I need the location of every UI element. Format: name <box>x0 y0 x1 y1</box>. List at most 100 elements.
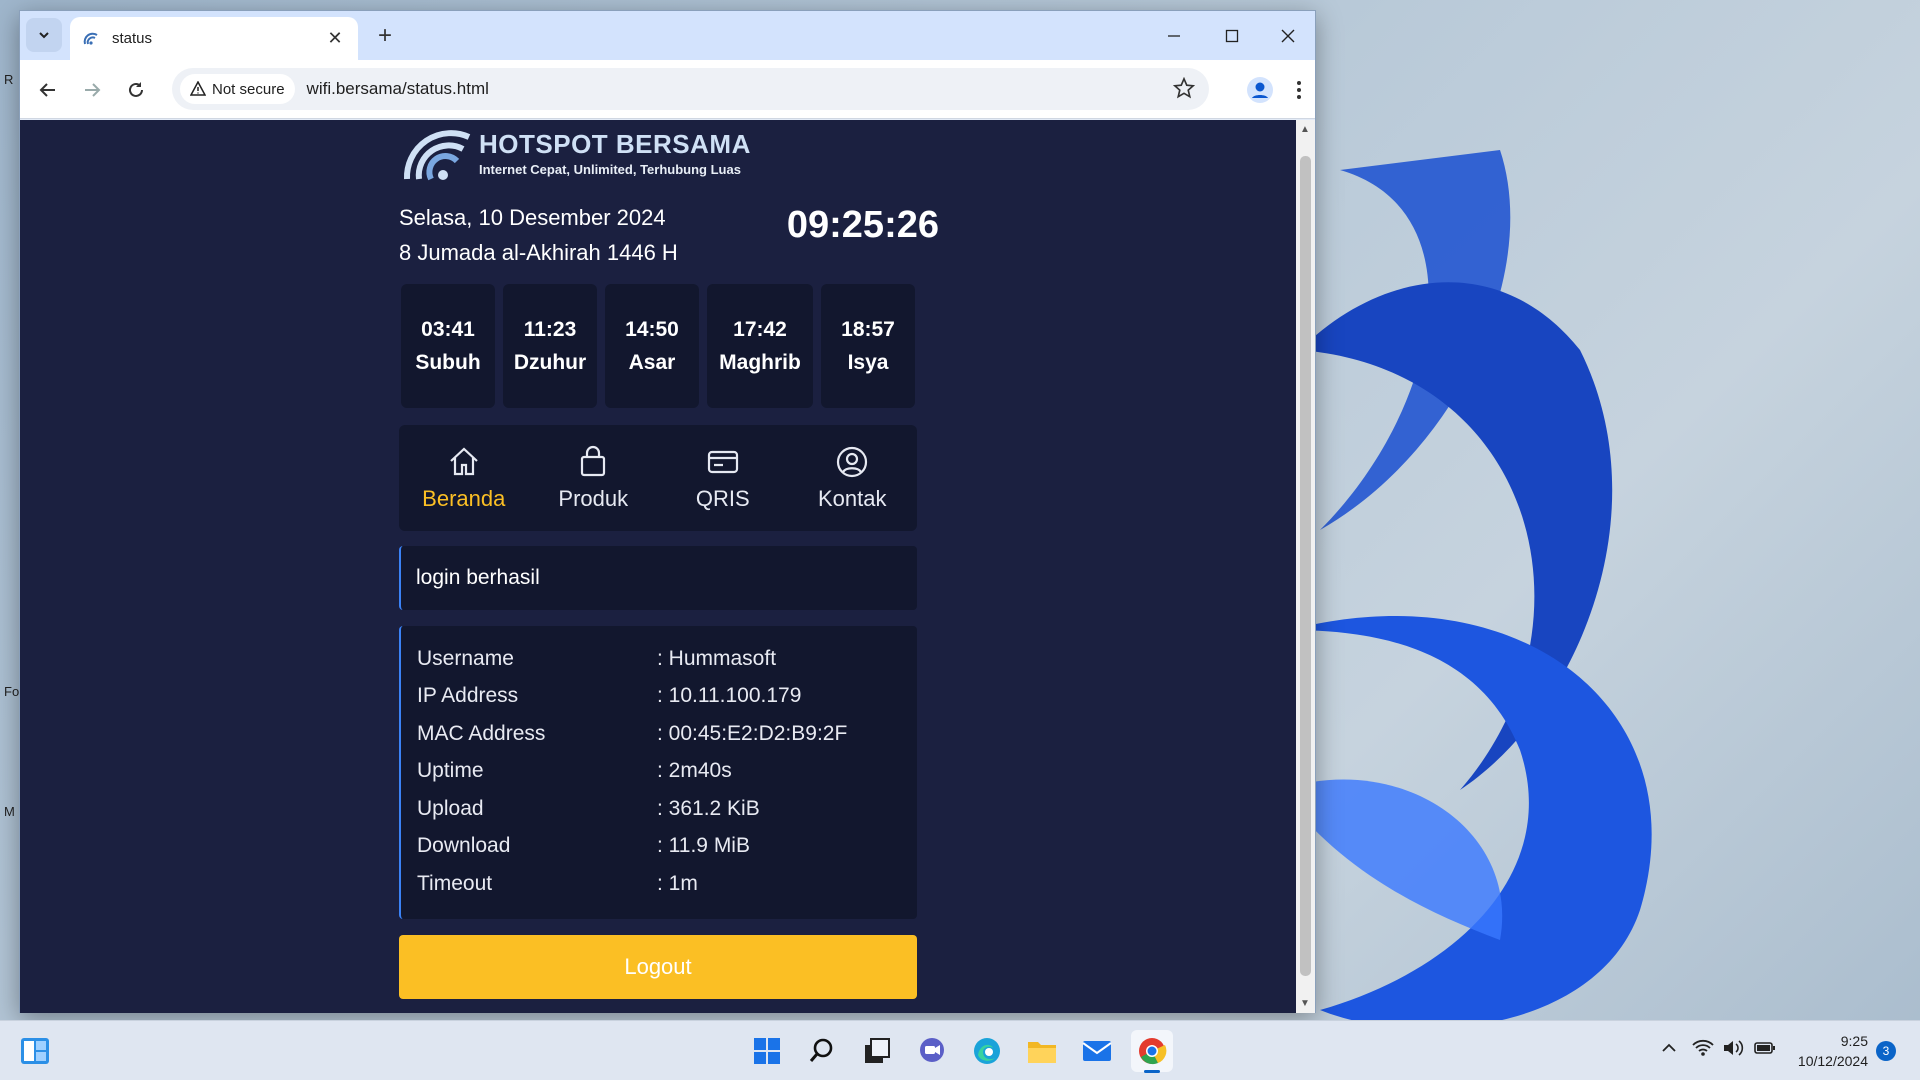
user-circle-icon <box>837 446 868 478</box>
prayer-name: Asar <box>628 351 676 374</box>
minimize-button[interactable] <box>1146 11 1202 60</box>
scrollbar-thumb[interactable] <box>1300 156 1311 976</box>
teams-chat-button[interactable] <box>911 1030 953 1072</box>
reload-button[interactable] <box>118 72 154 108</box>
info-value: : 2m40s <box>657 759 732 783</box>
info-label: Uptime <box>417 759 484 783</box>
chrome-button[interactable] <box>1131 1030 1173 1073</box>
wifi-icon[interactable] <box>1692 1039 1714 1057</box>
battery-icon[interactable] <box>1754 1039 1776 1057</box>
nav-produk[interactable]: Produk <box>529 425 659 531</box>
maximize-icon <box>1225 29 1239 42</box>
scroll-up-icon[interactable]: ▲ <box>1300 124 1310 135</box>
nav-beranda[interactable]: Beranda <box>399 425 529 531</box>
arrow-right-icon <box>85 83 101 97</box>
taskbar: 9:25 10/12/2024 3 <box>0 1020 1920 1080</box>
wallpaper-bloom <box>1280 150 1652 1029</box>
close-tab-icon[interactable]: ✕ <box>324 28 346 49</box>
desktop-icon-label: R <box>4 72 14 87</box>
bookmark-star-icon[interactable] <box>1173 77 1195 99</box>
info-row: MAC Address: 00:45:E2:D2:B9:2F <box>417 715 917 753</box>
chrome-icon <box>1139 1038 1167 1065</box>
forward-button[interactable] <box>74 72 110 108</box>
prayer-card: 17:42 Maghrib <box>707 284 813 408</box>
security-chip[interactable]: Not secure <box>180 74 295 104</box>
shopping-bag-icon <box>581 445 606 477</box>
date-block: Selasa, 10 Desember 2024 8 Jumada al-Akh… <box>399 200 678 270</box>
prayer-time: 14:50 <box>625 318 679 341</box>
widgets-button[interactable] <box>14 1030 56 1072</box>
digital-clock: 09:25:26 <box>786 204 939 246</box>
back-button[interactable] <box>30 72 66 108</box>
info-label: MAC Address <box>417 721 546 745</box>
info-value: : 1m <box>657 871 698 895</box>
info-value: : Hummasoft <box>657 646 777 670</box>
page-scrollbar[interactable]: ▲ ▼ <box>1296 120 1315 1013</box>
task-view-button[interactable] <box>856 1030 898 1072</box>
brand-name: HOTSPOT BERSAMA <box>479 129 751 159</box>
status-message: login berhasil <box>399 546 917 610</box>
info-row: Timeout: 1m <box>417 865 917 903</box>
edge-button[interactable] <box>966 1030 1008 1072</box>
prayer-card: 03:41 Subuh <box>401 284 495 408</box>
home-icon <box>450 447 478 476</box>
search-button[interactable] <box>801 1030 843 1072</box>
security-chip-label: Not secure <box>212 80 285 98</box>
nav-kontak[interactable]: Kontak <box>788 425 918 531</box>
system-clock[interactable]: 9:25 10/12/2024 <box>1790 1031 1868 1071</box>
reload-icon <box>129 82 143 97</box>
tab-search-button[interactable] <box>26 18 62 52</box>
info-row: Upload: 361.2 KiB <box>417 790 917 828</box>
info-row: Download: 11.9 MiB <box>417 828 917 866</box>
page-content: HOTSPOT BERSAMA Internet Cepat, Unlimite… <box>20 120 1297 1013</box>
close-window-button[interactable] <box>1260 11 1316 60</box>
windows-logo-icon <box>754 1038 780 1064</box>
prayer-time: 03:41 <box>421 318 475 341</box>
volume-icon[interactable] <box>1722 1039 1744 1057</box>
clock-date: 10/12/2024 <box>1797 1053 1868 1069</box>
app-nav: Beranda Produk QRIS Kontak <box>399 425 917 531</box>
arrow-left-icon <box>39 83 55 97</box>
mail-button[interactable] <box>1076 1030 1118 1072</box>
prayer-times: 03:41 Subuh 11:23 Dzuhur 14:50 Asar 17:4… <box>401 284 915 408</box>
address-bar[interactable]: Not secure wifi.bersama/status.html <box>172 68 1209 110</box>
prayer-card: 14:50 Asar <box>605 284 699 408</box>
close-icon <box>1281 29 1295 42</box>
profile-button[interactable] <box>1242 72 1278 108</box>
prayer-time: 18:57 <box>841 318 895 341</box>
file-explorer-button[interactable] <box>1021 1030 1063 1072</box>
wifi-favicon-icon <box>83 32 98 45</box>
brand-header: HOTSPOT BERSAMA Internet Cepat, Unlimite… <box>399 121 751 185</box>
prayer-name: Subuh <box>415 351 481 374</box>
chevron-up-icon[interactable] <box>1660 1039 1678 1057</box>
prayer-time: 11:23 <box>523 318 577 341</box>
browser-window: status ✕ + Not secure wifi.bersama/statu… <box>19 10 1316 1013</box>
mail-icon <box>1082 1041 1112 1061</box>
info-label: IP Address <box>417 684 519 708</box>
info-value: : 361.2 KiB <box>657 796 760 820</box>
hijri-date: 8 Jumada al-Akhirah 1446 H <box>399 240 678 265</box>
info-row: Uptime : 2m40s <box>417 753 917 791</box>
notification-badge[interactable]: 3 <box>1876 1041 1896 1061</box>
logout-button[interactable]: Logout <box>399 935 917 999</box>
prayer-name: Maghrib <box>719 351 801 374</box>
url-text[interactable]: wifi.bersama/status.html <box>307 79 489 99</box>
start-button[interactable] <box>746 1030 788 1072</box>
prayer-card: 11:23 Dzuhur <box>503 284 597 408</box>
tab-strip: status ✕ + <box>20 11 1315 60</box>
maximize-button[interactable] <box>1204 11 1260 60</box>
clock-time: 9:25 <box>1840 1033 1868 1049</box>
browser-menu-button[interactable] <box>1284 72 1314 108</box>
chat-icon <box>920 1038 944 1062</box>
new-tab-button[interactable]: + <box>370 21 400 51</box>
prayer-time: 17:42 <box>733 318 787 341</box>
prayer-name: Dzuhur <box>513 351 587 374</box>
edge-icon <box>974 1038 1000 1064</box>
desktop-icon-label: M <box>4 804 15 819</box>
scroll-down-icon[interactable]: ▼ <box>1300 998 1310 1009</box>
widgets-icon <box>21 1038 49 1064</box>
info-row: Username: Hummasoft <box>417 640 917 678</box>
browser-tab[interactable]: status ✕ <box>70 17 358 60</box>
prayer-card: 18:57 Isya <box>821 284 915 408</box>
nav-qris[interactable]: QRIS <box>658 425 788 531</box>
